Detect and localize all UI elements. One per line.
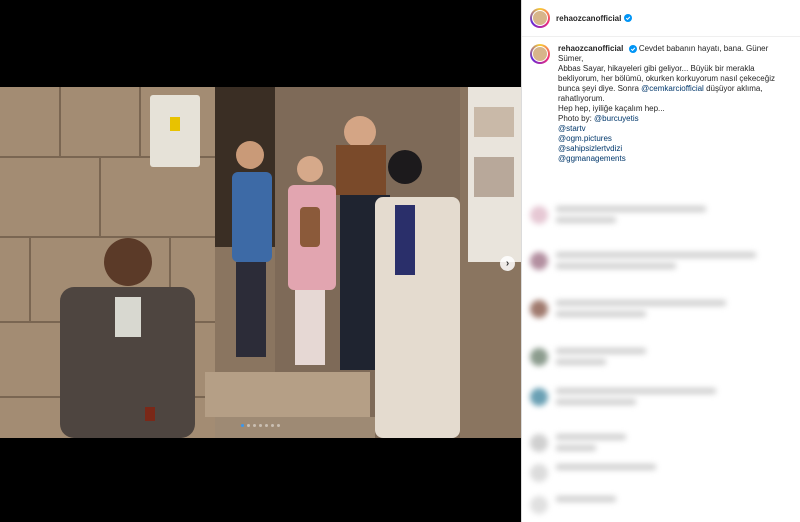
mention-link[interactable]: @cemkarciofficial xyxy=(641,84,704,93)
list-item xyxy=(530,464,656,482)
carousel-indicator xyxy=(0,424,521,427)
list-item xyxy=(530,434,626,456)
post-header: rehaozcanofficial xyxy=(522,0,800,37)
post-photo xyxy=(0,87,521,438)
list-item xyxy=(530,252,756,274)
caption-line: düşüyor aklıma, xyxy=(706,84,763,93)
post-media: › xyxy=(0,0,521,522)
verified-badge-icon xyxy=(628,44,637,53)
carousel-dot xyxy=(265,424,268,427)
carousel-dot xyxy=(277,424,280,427)
caption-line: rahatlıyorum. xyxy=(558,94,605,103)
caption-line: Photo by: xyxy=(558,114,592,123)
carousel-dot xyxy=(271,424,274,427)
avatar xyxy=(530,434,548,452)
list-item xyxy=(530,206,706,228)
carousel-dot xyxy=(259,424,262,427)
list-item xyxy=(530,348,646,370)
post-sidebar: rehaozcanofficial rehaozcanofficial Cevd… xyxy=(521,0,800,522)
caption-line: bunca şeyi diye. Sonra xyxy=(558,84,639,93)
avatar xyxy=(530,300,548,318)
tag-link[interactable]: @sahipsizlertvdizi xyxy=(558,144,795,154)
carousel-dot xyxy=(253,424,256,427)
photo-credit-link[interactable]: @burcuyetis xyxy=(594,114,639,123)
post-username[interactable]: rehaozcanofficial xyxy=(556,14,621,23)
avatar xyxy=(530,388,548,406)
post-caption: rehaozcanofficial Cevdet babanın hayatı,… xyxy=(530,44,795,164)
avatar[interactable] xyxy=(530,44,550,64)
avatar xyxy=(530,252,548,270)
caption-line: Hep hep, iyiliğe kaçalım hep... xyxy=(558,104,665,113)
carousel-dot xyxy=(241,424,244,427)
avatar xyxy=(530,348,548,366)
next-slide-button[interactable]: › xyxy=(500,256,515,271)
avatar[interactable] xyxy=(530,8,550,28)
tag-link[interactable]: @ogm.pictures xyxy=(558,134,795,144)
avatar xyxy=(530,206,548,224)
caption-line: Abbas Sayar, hikayeleri gibi geliyor... … xyxy=(558,64,755,73)
avatar xyxy=(530,464,548,482)
verified-badge-icon xyxy=(624,14,633,22)
caption-line: bekliyorum, her bölümü, okurken korkuyor… xyxy=(558,74,775,83)
caption-username[interactable]: rehaozcanofficial xyxy=(558,44,623,53)
list-item xyxy=(530,300,726,322)
tag-link[interactable]: @ggmanagements xyxy=(558,154,795,164)
carousel-dot xyxy=(247,424,250,427)
avatar xyxy=(530,496,548,514)
tag-link[interactable]: @startv xyxy=(558,124,795,134)
list-item xyxy=(530,496,616,514)
list-item xyxy=(530,388,716,410)
